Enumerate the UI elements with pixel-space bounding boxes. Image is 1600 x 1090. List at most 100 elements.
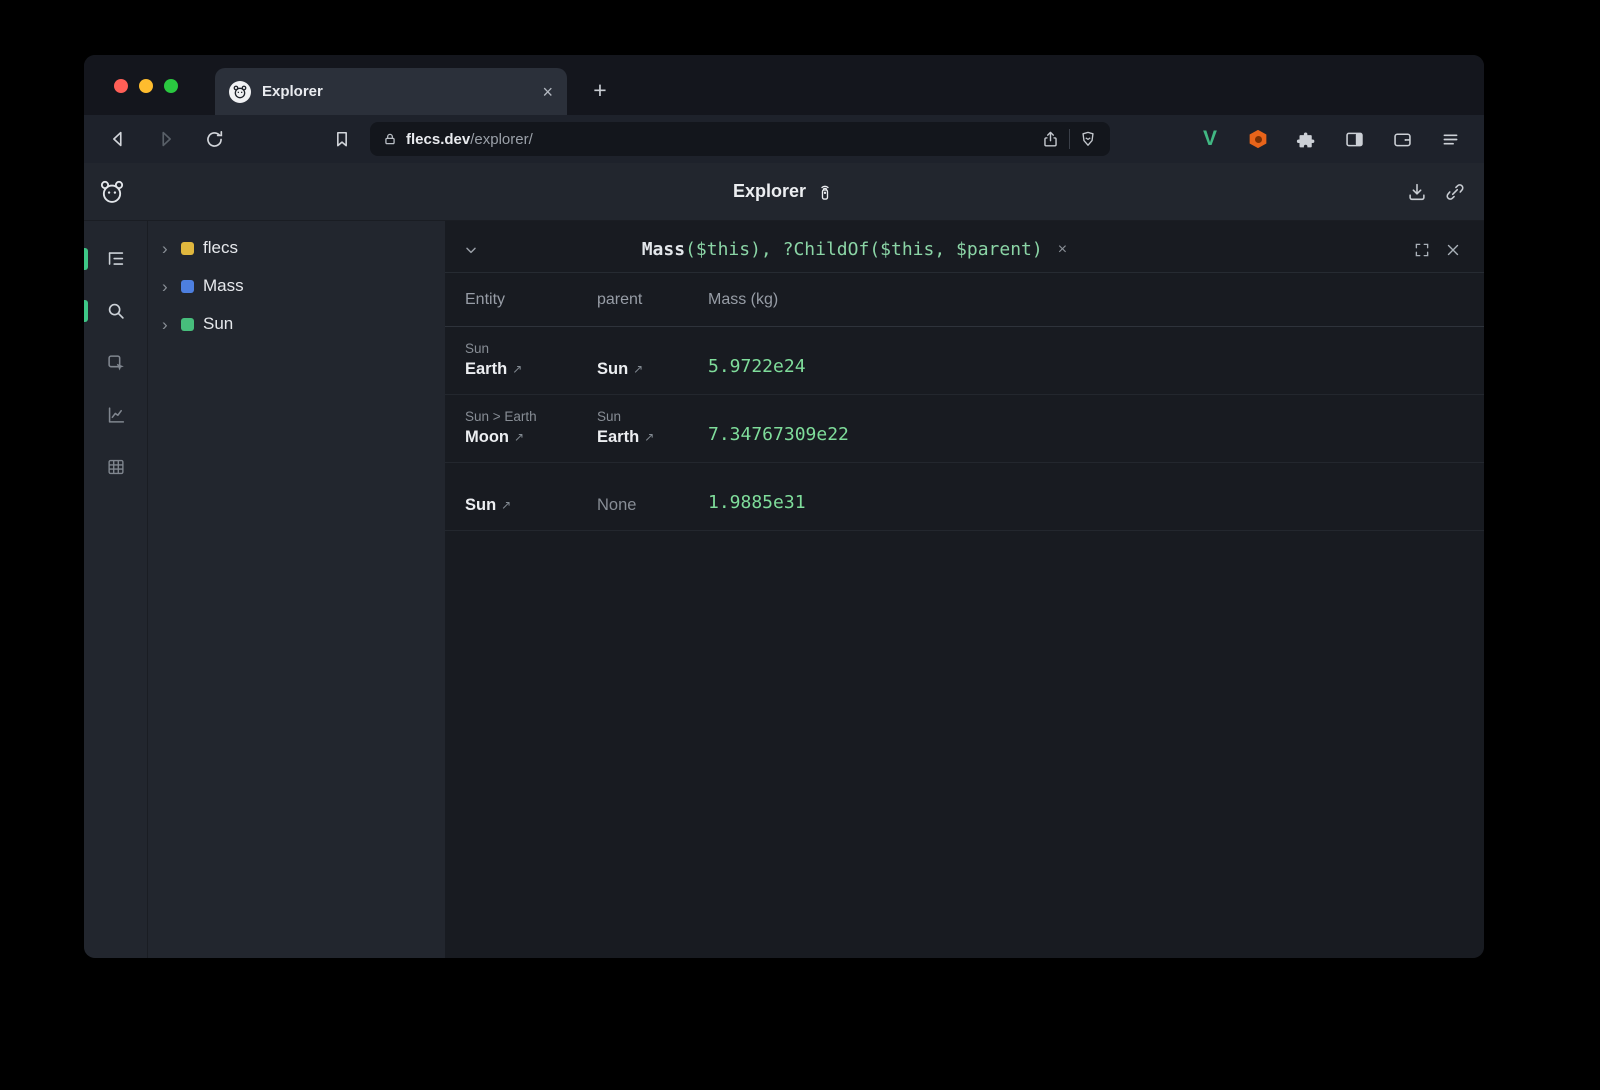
entity-cell: Sun Earth ↗ [465, 341, 597, 379]
clear-query-button[interactable]: × [1058, 241, 1067, 259]
open-entity-icon: ↗ [633, 362, 643, 376]
hexagon-extension-icon [1249, 130, 1268, 149]
parent-cell: None [597, 496, 708, 515]
stats-chart-icon [105, 404, 127, 426]
zoom-window-button[interactable] [164, 79, 178, 93]
parent-none: None [597, 496, 708, 515]
close-window-button[interactable] [114, 79, 128, 93]
results-table-header: Entity parent Mass (kg) [445, 273, 1484, 327]
browser-window: Explorer × + flecs.dev /explorer/ [84, 55, 1484, 958]
expand-chevron-icon[interactable]: › [162, 278, 172, 295]
close-query-panel-icon[interactable] [1444, 241, 1462, 259]
entity-name: Sun [465, 496, 496, 515]
forward-button[interactable] [146, 119, 186, 159]
search-icon [105, 300, 127, 322]
vue-extension-icon: V [1203, 127, 1217, 151]
window-controls [114, 79, 178, 93]
fullscreen-icon[interactable] [1413, 241, 1431, 259]
column-header-parent: parent [597, 291, 708, 309]
flecs-explorer-page: Explorer [84, 163, 1484, 958]
back-icon [107, 128, 129, 150]
url-host: flecs.dev [406, 131, 470, 148]
table-row: Sun Earth ↗ Sun ↗ [445, 327, 1484, 395]
puzzle-icon [1296, 129, 1317, 150]
page-title: Explorer [733, 181, 806, 202]
module-color-swatch [181, 242, 194, 255]
extensions-button[interactable] [1286, 119, 1326, 159]
sidebar-toggle-button[interactable] [1334, 119, 1374, 159]
bookmark-button[interactable] [322, 119, 362, 159]
parent-link[interactable]: Sun ↗ [597, 360, 708, 379]
entity-name: Earth [465, 360, 507, 379]
tree-item-label: Sun [203, 314, 233, 334]
sidebar-panel-icon [1344, 129, 1365, 150]
address-bar-divider [1069, 129, 1070, 149]
explorer-header: Explorer [84, 163, 1484, 221]
download-icon [1406, 181, 1428, 203]
vue-devtools-extension-button[interactable]: V [1190, 119, 1230, 159]
entity-color-swatch [181, 318, 194, 331]
parent-cell: Sun ↗ [597, 360, 708, 379]
mass-value: 7.34767309e22 [708, 424, 1464, 447]
wallet-button[interactable] [1382, 119, 1422, 159]
back-button[interactable] [98, 119, 138, 159]
flecs-logo[interactable] [98, 178, 126, 206]
tab-favicon [229, 81, 251, 103]
rail-item-profiler[interactable] [84, 441, 148, 493]
header-title-group: Explorer [733, 181, 835, 202]
open-entity-icon: ↗ [514, 430, 524, 444]
entity-path: Sun > Earth [465, 409, 597, 424]
entity-link[interactable]: Sun ↗ [465, 496, 597, 515]
query-expression-input[interactable]: Mass($this), ?ChildOf($this, $parent) [490, 218, 1043, 281]
tree-item-sun[interactable]: › Sun [148, 305, 445, 343]
entity-link[interactable]: Moon ↗ [465, 428, 597, 447]
reload-button[interactable] [194, 119, 234, 159]
hexagon-extension-button[interactable] [1238, 119, 1278, 159]
rail-item-query[interactable] [84, 285, 148, 337]
address-bar[interactable]: flecs.dev /explorer/ [370, 122, 1110, 156]
rail-item-inspector[interactable] [84, 337, 148, 389]
query-term-component: Mass [642, 239, 685, 260]
chevron-down-icon [463, 242, 479, 258]
share-button[interactable] [1041, 130, 1060, 149]
wallet-icon [1392, 129, 1413, 150]
expand-chevron-icon[interactable]: › [162, 240, 172, 257]
entity-name: Moon [465, 428, 509, 447]
browser-tab[interactable]: Explorer × [215, 68, 567, 115]
column-header-entity: Entity [465, 291, 597, 309]
entity-cell: Sun ↗ [465, 496, 597, 515]
active-indicator [84, 248, 88, 270]
column-header-mass: Mass (kg) [708, 291, 1464, 309]
new-tab-button[interactable]: + [585, 75, 615, 105]
hamburger-menu-icon [1440, 129, 1461, 150]
parent-path: Sun [597, 409, 708, 424]
rail-item-entity-tree[interactable] [84, 233, 148, 285]
header-actions [1402, 177, 1470, 207]
tab-close-button[interactable]: × [542, 83, 553, 101]
entity-tree-icon [105, 248, 127, 270]
download-button[interactable] [1402, 177, 1432, 207]
flecs-logo-icon [98, 178, 126, 206]
collapse-query-button[interactable] [463, 242, 479, 258]
entity-tree-panel: › flecs › Mass › Sun [148, 221, 445, 958]
tree-item-mass[interactable]: › Mass [148, 267, 445, 305]
rail-item-stats[interactable] [84, 389, 148, 441]
entity-path: Sun [465, 341, 597, 356]
minimize-window-button[interactable] [139, 79, 153, 93]
query-term-args: ($this), [685, 239, 783, 260]
entity-link[interactable]: Earth ↗ [465, 360, 597, 379]
mass-value: 1.9885e31 [708, 492, 1464, 515]
brave-shields-button[interactable] [1079, 130, 1097, 148]
mass-value: 5.9722e24 [708, 356, 1464, 379]
tab-title: Explorer [262, 83, 531, 100]
bookmark-icon [332, 129, 352, 149]
menu-button[interactable] [1430, 119, 1470, 159]
permalink-button[interactable] [1440, 177, 1470, 207]
mass-cell: 1.9885e31 [708, 492, 1464, 515]
parent-link[interactable]: Earth ↗ [597, 428, 708, 447]
titlebar: Explorer × + [84, 55, 1484, 115]
forward-icon [155, 128, 177, 150]
remote-connection-icon [815, 182, 835, 202]
tree-item-flecs[interactable]: › flecs [148, 229, 445, 267]
expand-chevron-icon[interactable]: › [162, 316, 172, 333]
